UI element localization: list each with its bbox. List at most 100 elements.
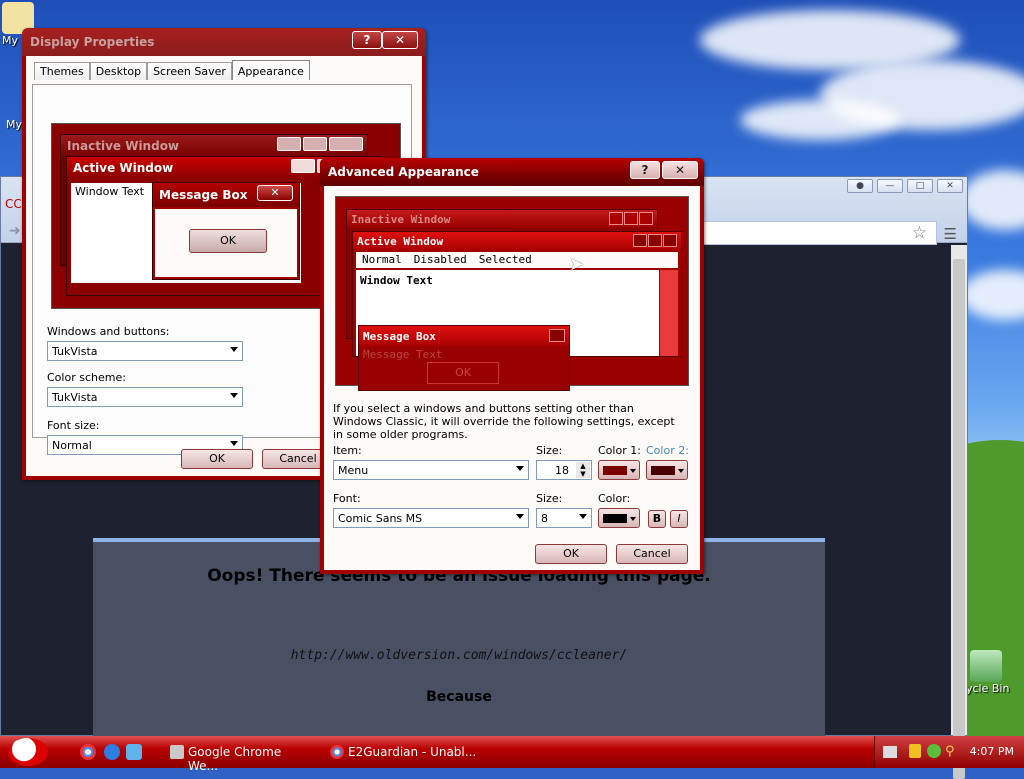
chevron-down-icon [630,517,636,521]
chevron-down-icon [678,469,684,473]
chevron-down-icon [230,393,238,398]
ok-button[interactable]: OK [181,449,253,469]
chevron-down-icon [630,469,636,473]
system-tray: ⚲ 4:07 PM [874,736,1024,768]
chrome-tab-title[interactable]: CC [5,197,22,211]
color1-picker[interactable] [598,460,640,480]
start-button[interactable] [8,738,48,766]
tab-appearance[interactable]: Appearance [231,60,310,80]
tab-strip: Themes Desktop Screen Saver Appearance [34,60,310,80]
chrome-quicklaunch-icon[interactable] [80,744,96,760]
close-button[interactable]: ✕ [662,161,698,179]
font-size-value: 8 [541,512,548,525]
item-select[interactable]: Menu [333,460,529,480]
adv-active-title: Active Window [353,232,681,250]
italic-button[interactable]: I [670,510,688,528]
minimize-icon [277,137,301,151]
chevron-down-icon [230,347,238,352]
cloud [960,170,1024,230]
close-icon [549,329,565,342]
adv-message-text: Message Text [363,348,443,361]
tab-desktop[interactable]: Desktop [89,62,148,80]
ie-quicklaunch-icon[interactable] [104,744,120,760]
address-bar[interactable] [701,221,937,245]
display-properties-titlebar[interactable]: Display Properties ? ✕ [22,28,426,56]
taskbar-item-chrome[interactable]: Google Chrome We... [166,739,316,773]
font-color-swatch [603,514,627,523]
back-arrow-icon[interactable]: ➜ [9,223,21,239]
font-color-picker[interactable] [598,508,640,528]
adv-message-box: Message Box Message Text OK [358,325,570,391]
size-label: Size: [536,444,563,457]
minimize-button[interactable]: — [877,179,903,193]
maximize-button[interactable]: □ [907,179,933,193]
cancel-button[interactable]: Cancel [616,544,688,564]
color2-picker[interactable] [646,460,688,480]
font-size-value: Normal [52,439,92,452]
color-label: Color: [598,492,631,505]
chevron-down-icon [579,514,587,519]
menu-disabled: Disabled [413,253,467,266]
advanced-preview[interactable]: Inactive Window Active Window Normal Dis… [335,196,689,391]
bold-button[interactable]: B [648,510,666,528]
shield-icon[interactable] [909,744,921,758]
advanced-appearance-titlebar[interactable]: Advanced Appearance ? ✕ [320,158,704,186]
item-label: Item: [333,444,362,457]
spin-down-icon[interactable]: ▼ [576,470,590,478]
recycle-bin-icon [970,650,1002,682]
help-button[interactable]: ? [630,161,660,179]
preview-ok-button: OK [189,229,267,253]
windows-buttons-value: TukVista [52,345,98,358]
error-url: http://www.oldversion.com/windows/cclean… [290,648,628,663]
windows-buttons-select[interactable]: TukVista [47,341,243,361]
network-icon[interactable] [927,744,941,758]
minimize-icon [291,159,315,173]
preview-message-body: OK [155,209,297,277]
search-icon[interactable]: ⚲ [945,744,959,759]
info-text: If you select a windows and buttons sett… [333,402,675,441]
desktop-icon-my-computer[interactable]: My [6,118,22,131]
keyboard-icon[interactable] [883,746,897,758]
window-title: Display Properties [30,35,155,49]
color2-label: Color 2: [646,444,689,457]
maximize-icon [648,234,662,247]
menu-selected: Selected [478,253,532,266]
close-icon [329,137,363,151]
maximize-icon [303,137,327,151]
clock[interactable]: 4:07 PM [970,745,1014,758]
font-value: Comic Sans MS [338,512,423,525]
error-because: Because [426,689,492,705]
taskbar-item-e2guardian[interactable]: E2Guardian - Unabl... [326,739,486,765]
help-button[interactable]: ? [352,31,382,49]
close-button[interactable]: ✕ [382,31,418,49]
size-stepper[interactable]: 18 ▲ ▼ [536,460,592,480]
chevron-down-icon [516,466,524,471]
adv-inactive-buttons [609,212,653,225]
advanced-appearance-window[interactable]: Advanced Appearance ? ✕ Inactive Window … [320,158,704,574]
chrome-scrollbar[interactable] [951,245,967,779]
color-scheme-select[interactable]: TukVista [47,387,243,407]
tab-themes[interactable]: Themes [34,62,90,80]
scrollbar-thumb[interactable] [953,259,965,779]
color-scheme-value: TukVista [52,391,98,404]
tab-screen-saver[interactable]: Screen Saver [147,62,232,80]
chrome-menu-icon[interactable]: ☰ [944,225,957,243]
minimize-icon [633,234,647,247]
desktop-icon-label: ycle Bin [966,682,1010,695]
font-size-select[interactable]: 8 [536,508,592,528]
font-size-label: Font size: [47,419,100,432]
advanced-appearance-body: Inactive Window Active Window Normal Dis… [324,186,700,570]
size-value: 18 [555,464,569,477]
bookmark-star-icon[interactable]: ☆ [912,223,927,243]
ok-button[interactable]: OK [535,544,607,564]
font-select[interactable]: Comic Sans MS [333,508,529,528]
windows-buttons-label: Windows and buttons: [47,325,170,338]
user-icon[interactable]: ● [847,179,873,193]
close-icon [639,212,653,225]
close-button[interactable]: ✕ [937,179,963,193]
mouse-cursor-icon: ➤ [569,254,585,275]
desktop-quicklaunch-icon[interactable] [126,744,142,760]
desktop-icon-recycle-bin[interactable]: ycle Bin [966,650,1024,695]
spin-up-icon[interactable]: ▲ [576,462,590,470]
color-scheme-label: Color scheme: [47,371,126,384]
